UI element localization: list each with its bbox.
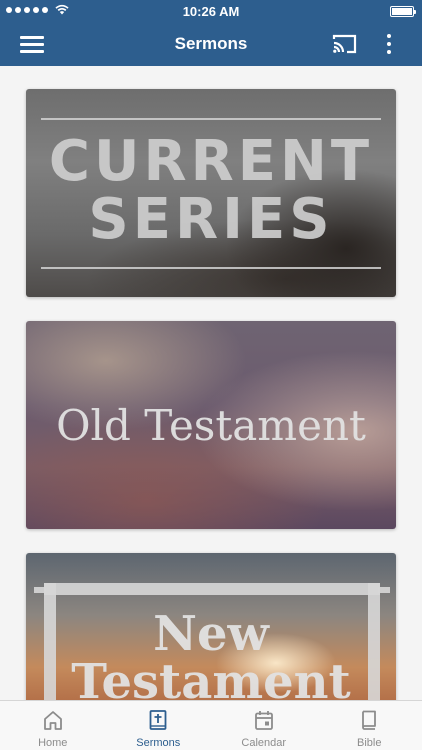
card-title-line: Testament: [71, 654, 351, 700]
card-title-line: CURRENT: [48, 129, 374, 194]
divider: [41, 267, 381, 269]
page-title: Sermons: [174, 34, 248, 53]
calendar-icon: [254, 711, 273, 730]
sermon-series-card[interactable]: Old Testament: [26, 321, 396, 529]
tab-calendar[interactable]: Calendar: [211, 701, 317, 750]
frame-decoration: [44, 583, 380, 595]
card-title-line: New: [153, 606, 269, 662]
tab-home[interactable]: Home: [0, 701, 106, 750]
sermon-series-card[interactable]: New Testament: [26, 553, 396, 700]
sermon-list: CURRENT SERIES Old Testament New Testame…: [0, 66, 422, 700]
card-title-line: SERIES: [88, 187, 334, 252]
tab-label: Calendar: [241, 737, 287, 749]
tab-label: Home: [38, 737, 68, 749]
cast-icon[interactable]: [332, 32, 358, 56]
tab-bible[interactable]: Bible: [317, 701, 422, 750]
book-icon: [362, 710, 377, 730]
bible-cross-icon: [149, 710, 167, 730]
divider: [41, 118, 381, 120]
home-icon: [43, 711, 62, 730]
tab-label: Sermons: [136, 737, 181, 749]
tab-sermons[interactable]: Sermons: [106, 701, 212, 750]
status-bar: 10:26 AM: [0, 0, 422, 22]
card-title-line: Old Testament: [56, 401, 366, 450]
more-options-icon[interactable]: [382, 32, 396, 56]
sermon-series-card[interactable]: CURRENT SERIES: [26, 89, 396, 297]
tab-label: Bible: [357, 737, 382, 749]
nav-bar: Sermons: [0, 22, 422, 66]
tab-bar: Home Sermons Calendar Bible: [0, 700, 422, 750]
status-time: 10:26 AM: [182, 4, 240, 19]
battery-icon: [390, 6, 416, 17]
